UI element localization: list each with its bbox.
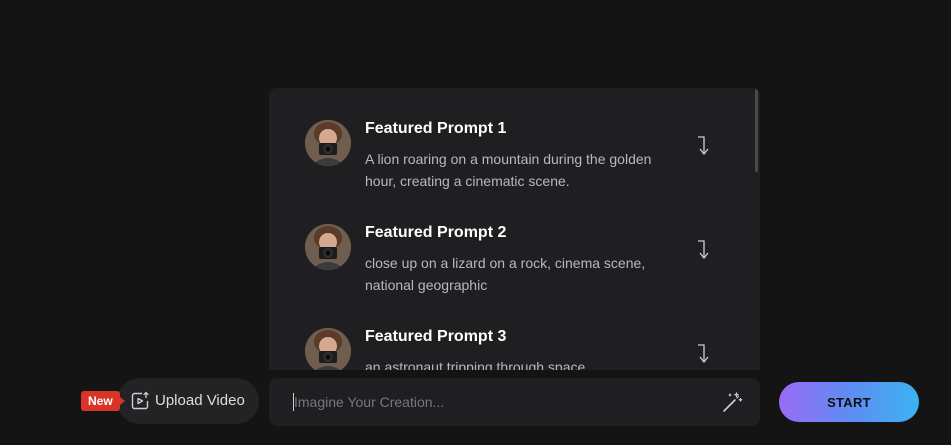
featured-prompt-item[interactable]: Featured Prompt 3 an astronaut tripping … <box>305 326 725 370</box>
prompt-input-box[interactable] <box>269 378 760 426</box>
new-badge: New <box>81 391 125 411</box>
prompt-input[interactable] <box>294 378 714 426</box>
prompt-description: an astronaut tripping through space <box>365 359 586 370</box>
insert-arrow-icon[interactable] <box>693 342 713 366</box>
prompt-description: close up on a lizard on a rock, cinema s… <box>365 255 646 293</box>
app-page: Featured Prompt 1 A lion roaring on a mo… <box>0 0 951 445</box>
upload-video-label: Upload Video <box>155 392 245 409</box>
featured-prompt-item[interactable]: Featured Prompt 1 A lion roaring on a mo… <box>305 118 725 208</box>
prompt-title: Featured Prompt 1 <box>365 120 507 137</box>
start-button[interactable]: START <box>779 382 919 422</box>
insert-arrow-icon[interactable] <box>693 238 713 262</box>
avatar <box>305 328 351 370</box>
prompt-title: Featured Prompt 2 <box>365 224 507 241</box>
avatar <box>305 120 351 166</box>
featured-prompts-panel[interactable]: Featured Prompt 1 A lion roaring on a mo… <box>269 88 760 370</box>
upload-video-button[interactable]: Upload Video <box>117 378 259 424</box>
avatar <box>305 224 351 270</box>
featured-prompt-item[interactable]: Featured Prompt 2 close up on a lizard o… <box>305 222 725 312</box>
magic-wand-icon[interactable] <box>721 390 745 414</box>
video-upload-icon <box>130 391 150 411</box>
insert-arrow-icon[interactable] <box>693 134 713 158</box>
prompt-description: A lion roaring on a mountain during the … <box>365 151 652 189</box>
prompt-title: Featured Prompt 3 <box>365 328 507 345</box>
panel-scrollbar[interactable] <box>755 88 758 172</box>
